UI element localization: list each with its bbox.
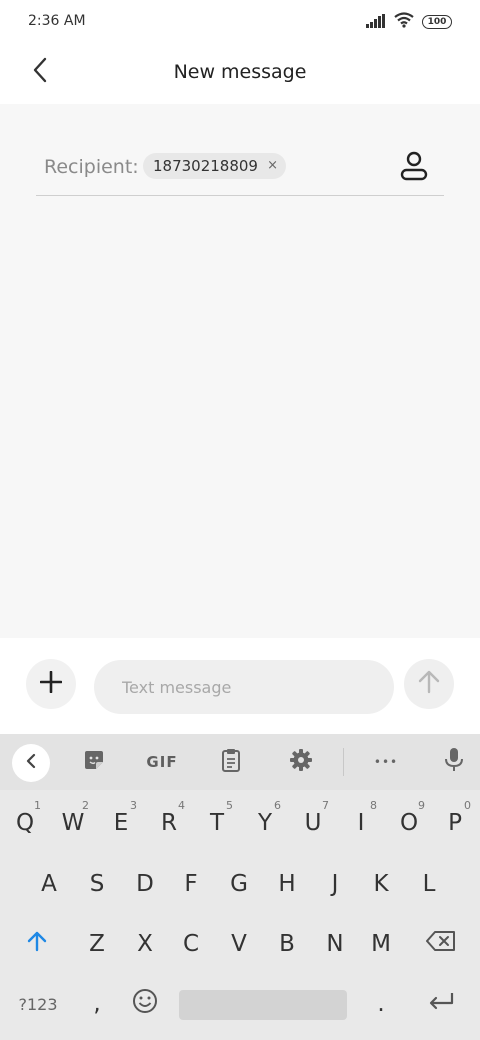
shift-key[interactable]: [14, 917, 60, 971]
clipboard-icon: [221, 748, 241, 776]
toolbar-divider: [343, 748, 344, 776]
key-p[interactable]: P0: [432, 796, 478, 850]
key-d[interactable]: D: [122, 857, 168, 911]
key-label: I: [357, 810, 365, 836]
key-hint: 2: [82, 799, 89, 812]
period-key[interactable]: .: [358, 977, 404, 1031]
key-hint: 0: [464, 799, 471, 812]
more-options-button[interactable]: •••: [368, 746, 404, 778]
page-title: New message: [173, 61, 307, 83]
chevron-left-icon: [26, 753, 36, 773]
key-z[interactable]: Z: [74, 917, 120, 971]
settings-button[interactable]: [283, 746, 319, 778]
clipboard-button[interactable]: [213, 746, 249, 778]
key-label: O: [399, 810, 419, 836]
recipient-row: Recipient: 18730218809 ×: [36, 144, 444, 196]
symbols-key[interactable]: ?123: [10, 977, 66, 1031]
key-label: Y: [257, 810, 273, 836]
key-b[interactable]: B: [264, 917, 310, 971]
keyboard: G I F ••• Q 1 W 2 E 3 R 4 T 5 Y 6 U 7 I 8 …: [0, 734, 480, 1040]
toolbar-back-button[interactable]: [12, 744, 50, 782]
key-label: U: [304, 810, 322, 836]
enter-key[interactable]: [418, 977, 464, 1031]
remove-recipient-icon[interactable]: ×: [267, 153, 278, 179]
battery-icon: 100: [422, 15, 452, 29]
voice-input-button[interactable]: [436, 746, 472, 778]
status-time: 2:36 AM: [28, 13, 86, 29]
backspace-icon: [426, 931, 456, 957]
wifi-icon: [394, 12, 414, 32]
key-f[interactable]: F: [168, 857, 214, 911]
shift-arrow-icon: [27, 930, 47, 958]
key-a[interactable]: A: [26, 857, 72, 911]
key-x[interactable]: X: [122, 917, 168, 971]
key-label: T: [209, 810, 225, 836]
key-hint: 4: [178, 799, 185, 812]
emoji-icon: [132, 988, 158, 1020]
status-bar: 2:36 AM 100: [0, 0, 480, 44]
compose-bar: [0, 638, 480, 734]
key-hint: 3: [130, 799, 137, 812]
send-button[interactable]: [404, 659, 454, 709]
app-header: New message: [0, 44, 480, 104]
key-q[interactable]: Q1: [2, 796, 48, 850]
key-e[interactable]: E3: [98, 796, 144, 850]
key-r[interactable]: R4: [146, 796, 192, 850]
backspace-key[interactable]: [418, 917, 464, 971]
key-label: Q: [15, 810, 35, 836]
microphone-icon: [444, 747, 464, 777]
comma-key[interactable]: ,: [74, 977, 120, 1031]
key-k[interactable]: K: [358, 857, 404, 911]
keyboard-toolbar: GIF •••: [0, 734, 480, 790]
key-label: W: [61, 810, 85, 836]
key-u[interactable]: U7: [290, 796, 336, 850]
key-label: P: [448, 810, 462, 836]
key-hint: 7: [322, 799, 329, 812]
status-icons: 100: [366, 12, 452, 32]
person-icon: [400, 151, 428, 185]
recipient-number: 18730218809: [153, 157, 258, 175]
sticker-icon: [82, 748, 106, 776]
recipient-chip[interactable]: 18730218809 ×: [143, 153, 286, 179]
key-hint: 5: [226, 799, 233, 812]
enter-arrow-icon: [428, 991, 454, 1017]
emoji-key[interactable]: [122, 977, 168, 1031]
key-j[interactable]: J: [312, 857, 358, 911]
message-content-area: Recipient: 18730218809 ×: [0, 104, 480, 638]
spacebar[interactable]: [179, 990, 347, 1020]
key-hint: 6: [274, 799, 281, 812]
arrow-up-icon: [418, 670, 440, 698]
gear-icon: [289, 748, 313, 776]
key-g[interactable]: G: [216, 857, 262, 911]
key-v[interactable]: V: [216, 917, 262, 971]
key-m[interactable]: M: [358, 917, 404, 971]
recipient-label: Recipient:: [44, 156, 139, 178]
key-w[interactable]: W2: [50, 796, 96, 850]
key-l[interactable]: L: [406, 857, 452, 911]
key-n[interactable]: N: [312, 917, 358, 971]
plus-icon: [39, 670, 63, 697]
text-message-input[interactable]: [94, 660, 394, 714]
key-hint: 1: [34, 799, 41, 812]
contact-picker-button[interactable]: [396, 150, 432, 186]
key-t[interactable]: T5: [194, 796, 240, 850]
key-o[interactable]: O9: [386, 796, 432, 850]
key-h[interactable]: H: [264, 857, 310, 911]
key-hint: 8: [370, 799, 377, 812]
key-s[interactable]: S: [74, 857, 120, 911]
signal-icon: [366, 13, 386, 32]
key-c[interactable]: C: [168, 917, 214, 971]
key-label: E: [113, 810, 129, 836]
sticker-button[interactable]: [76, 746, 112, 778]
key-hint: 9: [418, 799, 425, 812]
key-y[interactable]: Y6: [242, 796, 288, 850]
key-i[interactable]: I8: [338, 796, 384, 850]
key-label: R: [161, 810, 177, 836]
add-attachment-button[interactable]: [26, 659, 76, 709]
gif-button[interactable]: GIF: [140, 746, 184, 778]
